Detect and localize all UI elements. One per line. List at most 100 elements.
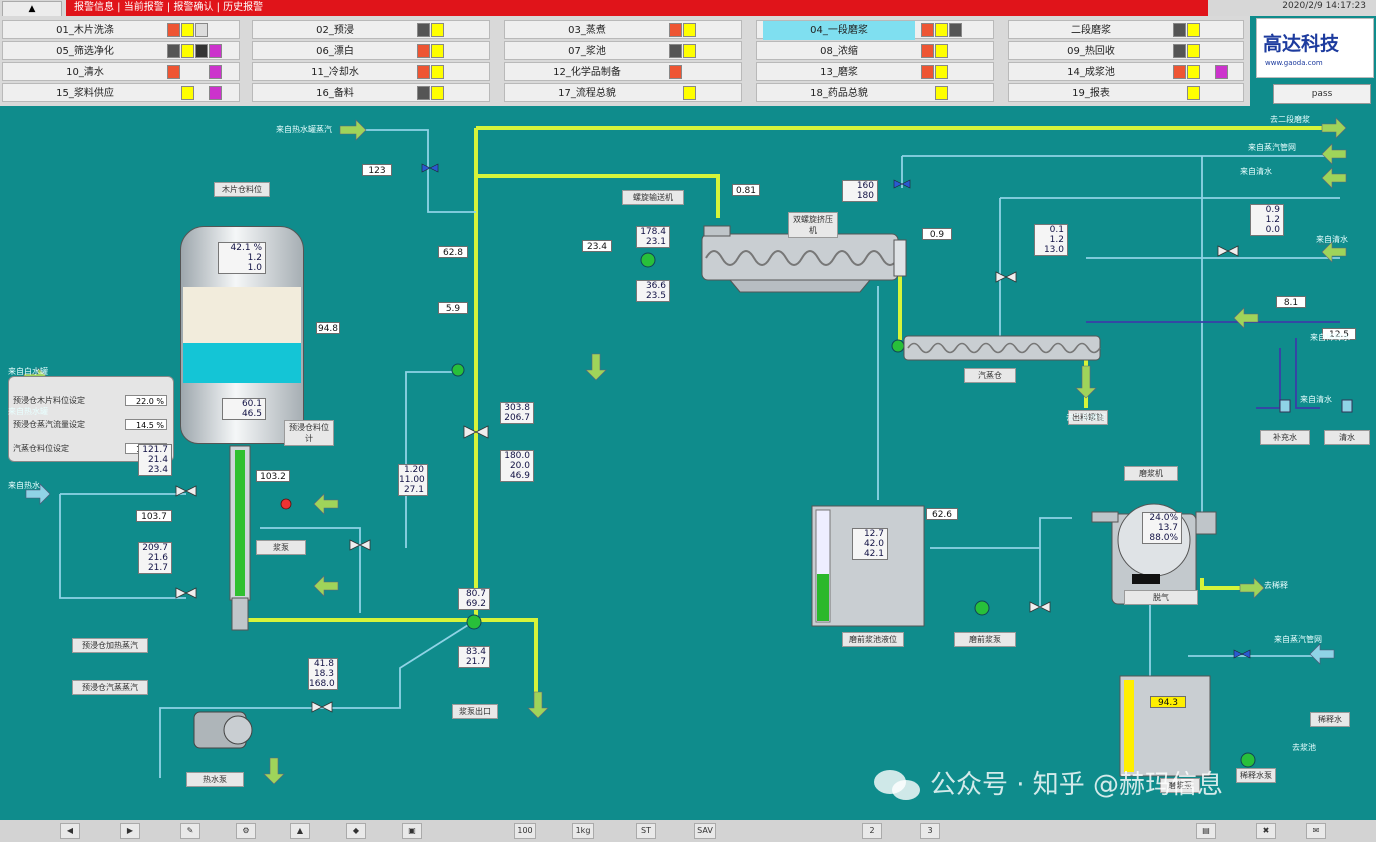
home-button[interactable]: ▲ <box>2 1 62 17</box>
nav-item[interactable]: 01_木片洗涤 <box>2 20 240 39</box>
equipment-label: 磨浆机 <box>1124 466 1178 481</box>
warning-indicator <box>935 23 948 37</box>
settings-button[interactable]: ⚙ <box>236 823 256 839</box>
mail-button[interactable]: ✉ <box>1306 823 1326 839</box>
vessel-readout: 42.1 % 1.2 1.0 <box>218 242 266 274</box>
vessel-bottom-readout: 60.1 46.5 <box>222 398 266 420</box>
pipe-label: 来自蒸汽管网 <box>1274 635 1322 644</box>
nav-item[interactable]: 19_报表 <box>1008 83 1244 102</box>
level-display: 94.3 <box>1150 696 1186 708</box>
alarm-indicator <box>921 65 934 79</box>
value-display: 62.8 <box>438 246 468 258</box>
save-button[interactable]: SAV <box>694 823 716 839</box>
warning-indicator <box>1187 44 1200 58</box>
status-indicator <box>209 65 222 79</box>
nav-item[interactable]: 17_流程总貌 <box>504 83 742 102</box>
nav-item[interactable]: 11_冷却水 <box>252 62 490 81</box>
status-indicator <box>1173 44 1186 58</box>
nav-item[interactable]: 二段磨浆 <box>1008 20 1244 39</box>
equipment-label: 稀释水 <box>1310 712 1350 727</box>
up-button[interactable]: ▲ <box>290 823 310 839</box>
nav-item[interactable]: 14_成浆池 <box>1008 62 1244 81</box>
equipment-label: 浆泵 <box>256 540 306 555</box>
nav-item[interactable]: 15_浆料供应 <box>2 83 240 102</box>
status-indicator <box>195 23 208 37</box>
refiner-readout: 24.0% 13.7 88.0% <box>1142 512 1182 544</box>
warning-indicator <box>935 44 948 58</box>
nav-item[interactable]: 18_药品总貌 <box>756 83 994 102</box>
nav-item[interactable]: 02_预浸 <box>252 20 490 39</box>
equipment-label: 木片仓料位 <box>214 182 270 197</box>
equipment-label: 热水泵 <box>186 772 244 787</box>
alarm-indicator <box>167 65 180 79</box>
page-3-button[interactable]: 3 <box>920 823 940 839</box>
nav-item[interactable]: 13_磨浆 <box>756 62 994 81</box>
warning-indicator <box>181 86 194 100</box>
warning-indicator <box>683 44 696 58</box>
status-indicator <box>417 23 430 37</box>
status-indicator <box>1215 65 1228 79</box>
logo-name: 高达科技 <box>1263 33 1340 55</box>
equipment-label: 稀释水泵 <box>1236 768 1276 783</box>
flow-readout: 80.7 69.2 <box>458 588 490 610</box>
alarm-banner[interactable]: 报警信息 | 当前报警 | 报警确认 | 历史报警 <box>66 0 1208 16</box>
status-button[interactable]: ST <box>636 823 656 839</box>
window-button[interactable]: ▣ <box>402 823 422 839</box>
equipment-label: 预浸仓加热蒸汽 <box>72 638 148 653</box>
nav-item[interactable]: 12_化学品制备 <box>504 62 742 81</box>
nav-item[interactable]: 09_热回收 <box>1008 41 1244 60</box>
forward-button[interactable]: ▶ <box>120 823 140 839</box>
alarm-indicator <box>669 23 682 37</box>
flow-readout: 209.7 21.6 21.7 <box>138 542 172 574</box>
pipe-label: 来自热水 <box>8 481 40 490</box>
bottom-toolbar: ◀ ▶ ✎ ⚙ ▲ ◆ ▣ 100 1kg ST SAV 2 3 ▤ ✖ ✉ <box>0 820 1376 842</box>
status-indicator <box>1173 23 1186 37</box>
nav-item[interactable]: 05_筛选净化 <box>2 41 240 60</box>
nav-item[interactable]: 03_蒸煮 <box>504 20 742 39</box>
pipe-label: 去二段磨浆 <box>1066 413 1106 422</box>
vessel-fill-layer <box>183 287 301 343</box>
zoom-button[interactable]: 100 <box>514 823 536 839</box>
nav-item[interactable]: 06_漂白 <box>252 41 490 60</box>
setpoint-value[interactable]: 14.5 % <box>125 419 167 430</box>
flow-readout: 83.4 21.7 <box>458 646 490 668</box>
list-button[interactable]: ▤ <box>1196 823 1216 839</box>
alarm-indicator <box>167 23 180 37</box>
value-display: 0.9 <box>922 228 952 240</box>
warning-indicator <box>935 86 948 100</box>
back-button[interactable]: ◀ <box>60 823 80 839</box>
status-indicator <box>195 44 208 58</box>
nav-item[interactable]: 07_浆池 <box>504 41 742 60</box>
close-button[interactable]: ✖ <box>1256 823 1276 839</box>
alarm-text: 报警信息 | 当前报警 | 报警确认 | 历史报警 <box>74 2 264 13</box>
value-display: 123 <box>362 164 392 176</box>
nav-item[interactable]: 16_备料 <box>252 83 490 102</box>
pipe-label: 去浆池 <box>1292 743 1316 752</box>
setpoint-label: 预浸仓木片料位设定 <box>13 396 85 405</box>
nav-item[interactable]: 08_浓缩 <box>756 41 994 60</box>
flow-readout: 0.9 1.2 0.0 <box>1250 204 1284 236</box>
nav-item[interactable]: 10_清水 <box>2 62 240 81</box>
pipe-label: 来自热水罐蒸汽 <box>276 125 332 134</box>
equipment-label: 脱气 <box>1124 590 1198 605</box>
pipe-label: 来自热水罐 <box>8 407 48 416</box>
diamond-button[interactable]: ◆ <box>346 823 366 839</box>
edit-button[interactable]: ✎ <box>180 823 200 839</box>
equipment-label: 预浸仓料位计 <box>284 420 334 446</box>
warning-indicator <box>935 65 948 79</box>
wechat-icon <box>874 770 920 800</box>
unit-button[interactable]: 1kg <box>572 823 594 839</box>
nav-item-active[interactable]: 04_一段磨浆 <box>756 20 994 40</box>
warning-indicator <box>1187 65 1200 79</box>
pipe-label: 来自蒸汽管网 <box>1248 143 1296 152</box>
pipe-label: 来自清水 <box>1316 235 1348 244</box>
password-field[interactable]: pass <box>1273 84 1371 104</box>
page-2-button[interactable]: 2 <box>862 823 882 839</box>
warning-indicator <box>1187 23 1200 37</box>
setpoint-value[interactable]: 22.0 % <box>125 395 167 406</box>
value-display: 103.2 <box>256 470 290 482</box>
flow-readout: 180.0 20.0 46.9 <box>500 450 534 482</box>
alarm-indicator <box>417 65 430 79</box>
navigation-grid: 01_木片洗涤 02_预浸 03_蒸煮 04_一段磨浆 二段磨浆 05_筛选净化… <box>0 16 1250 106</box>
status-indicator <box>417 86 430 100</box>
